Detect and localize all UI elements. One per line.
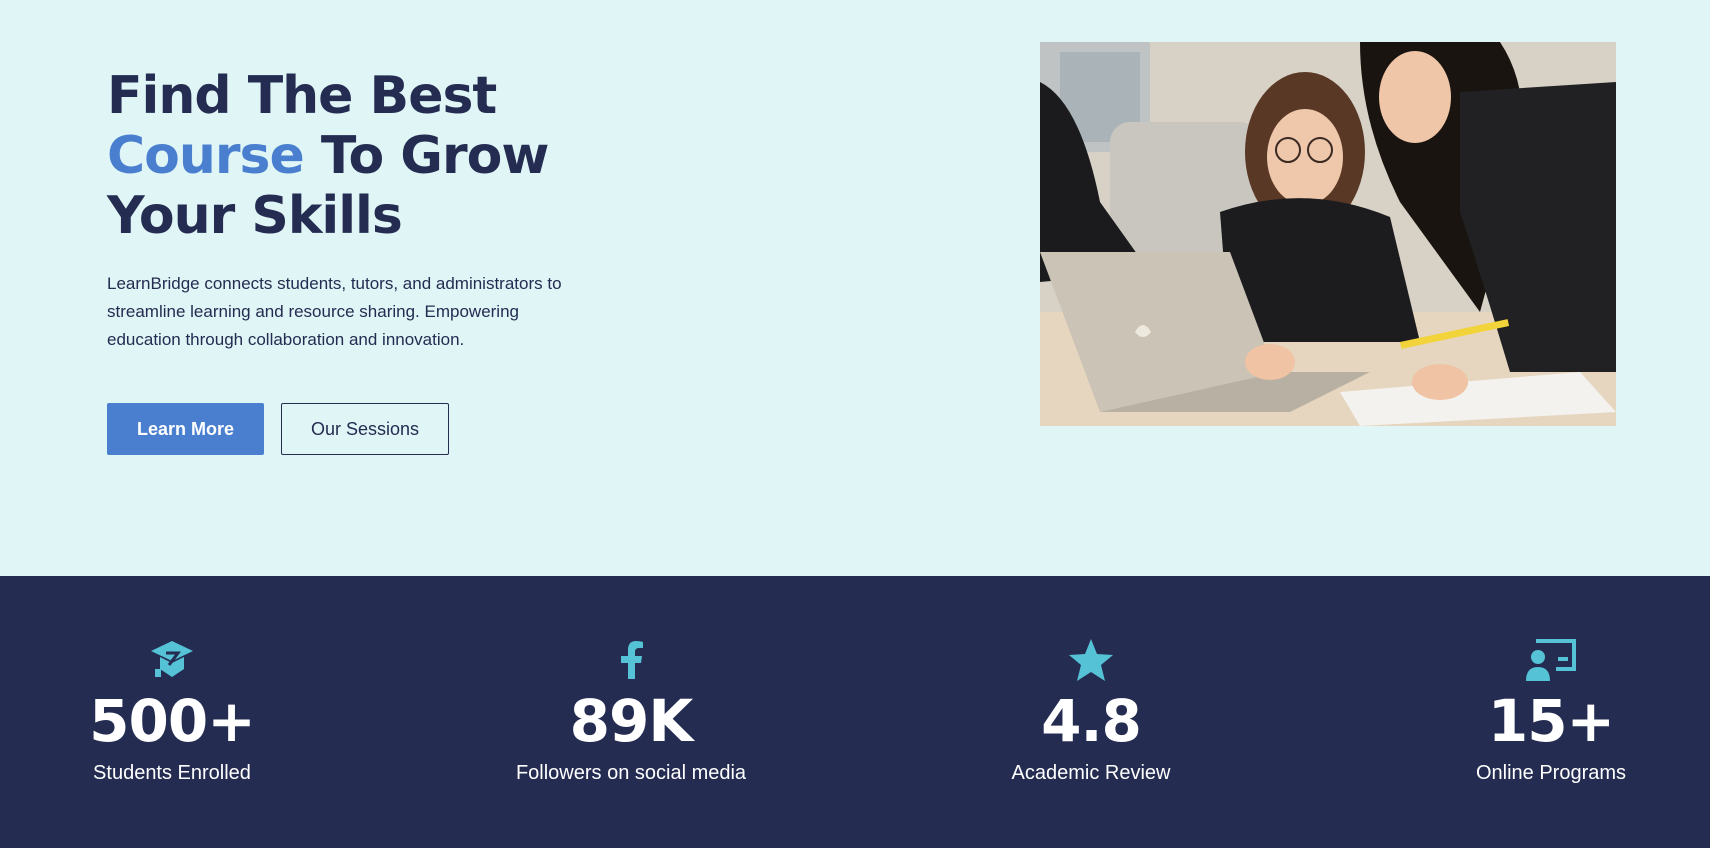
headline-line-3: Your Skills <box>107 186 403 246</box>
learn-more-button[interactable]: Learn More <box>107 403 264 455</box>
stat-value: 15+ <box>1487 687 1615 755</box>
stat-label: Academic Review <box>1011 762 1171 784</box>
hero-description: LearnBridge connects students, tutors, a… <box>107 274 562 349</box>
graduation-cap-icon <box>22 636 322 684</box>
stat-academic-review: 4.8 Academic Review <box>941 636 1241 786</box>
stat-value: 4.8 <box>1041 687 1142 755</box>
stat-value: 89K <box>569 687 694 755</box>
stat-value: 500+ <box>89 687 256 755</box>
stat-label: Followers on social media <box>515 762 747 784</box>
hero-buttons: Learn More Our Sessions <box>107 403 449 455</box>
headline-accent-word: Course <box>107 126 305 186</box>
headline-line-1: Find The Best <box>107 66 497 126</box>
stat-online-programs: 15+ Online Programs <box>1401 636 1701 786</box>
headline-line-2-rest: To Grow <box>303 126 549 186</box>
stat-label: Online Programs <box>1475 762 1627 784</box>
our-sessions-button[interactable]: Our Sessions <box>281 403 449 455</box>
stats-section: 500+ Students Enrolled 89K Followers on … <box>0 576 1710 848</box>
facebook-icon <box>481 636 781 684</box>
star-icon <box>941 636 1241 684</box>
teacher-board-icon <box>1401 636 1701 684</box>
stat-students-enrolled: 500+ Students Enrolled <box>22 636 322 786</box>
students-with-laptop-photo <box>1040 42 1616 426</box>
hero-text-block: Find The Best Course To Grow Your Skills… <box>107 66 627 354</box>
hero-photo <box>1040 42 1616 426</box>
stat-label: Students Enrolled <box>93 762 251 784</box>
hero-section: Find The Best Course To Grow Your Skills… <box>0 0 1710 576</box>
stat-social-followers: 89K Followers on social media <box>481 636 781 786</box>
hero-headline: Find The Best Course To Grow Your Skills <box>107 66 627 246</box>
